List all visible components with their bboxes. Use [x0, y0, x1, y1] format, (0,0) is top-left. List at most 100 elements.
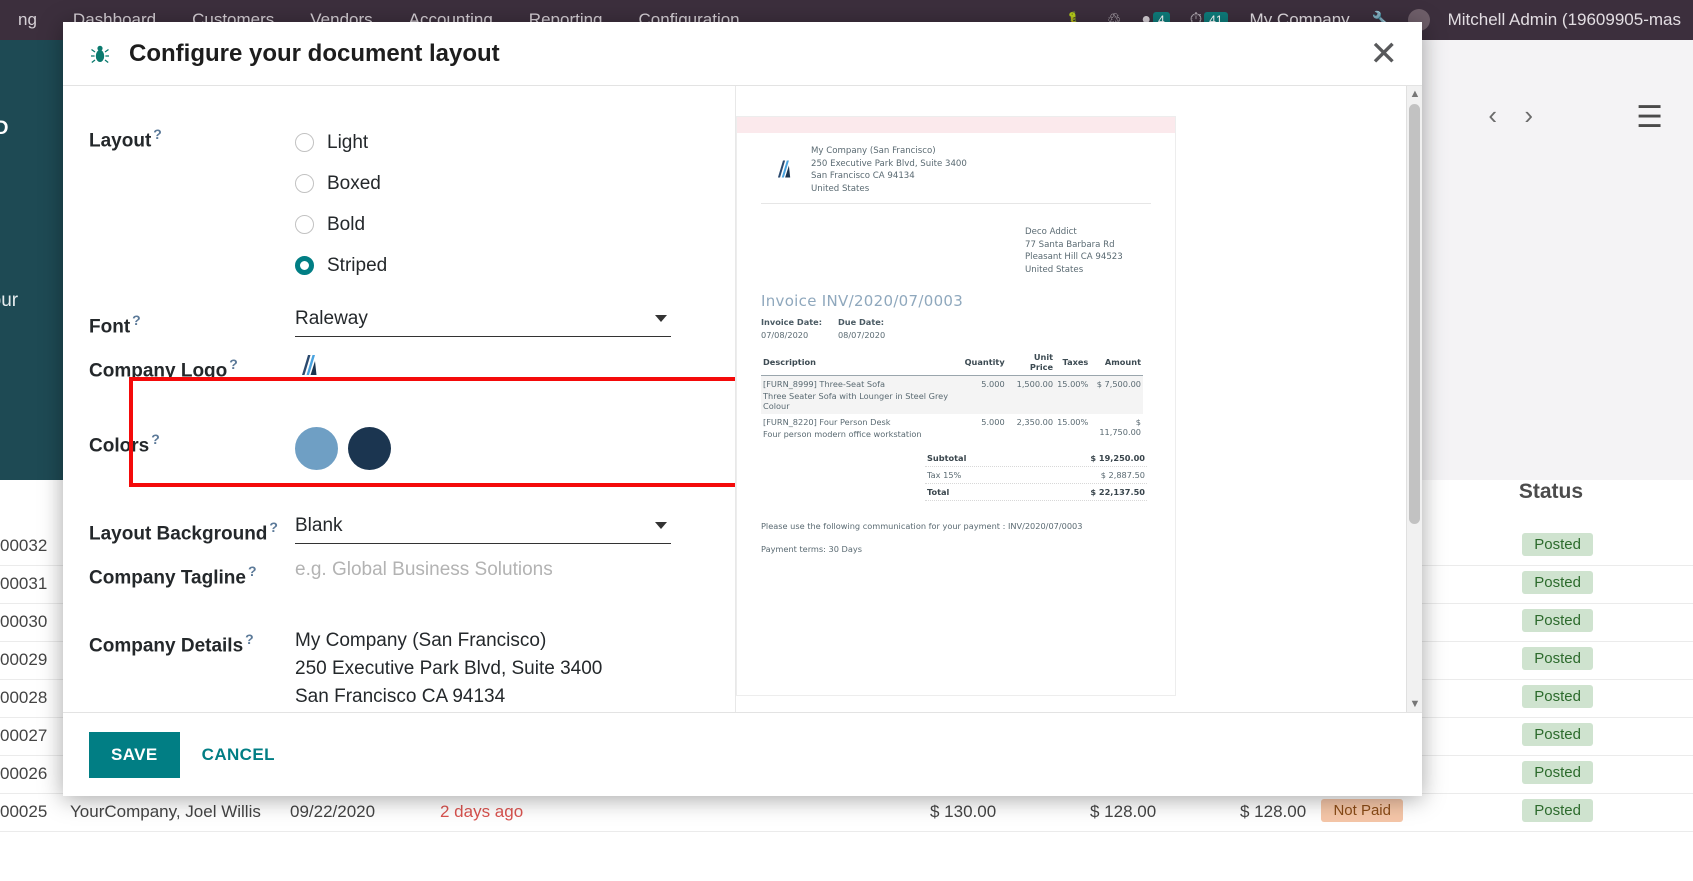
label-text: Company Tagline — [89, 566, 246, 588]
table-row[interactable]: 00025 YourCompany, Joel Willis 09/22/202… — [0, 794, 1693, 832]
font-select[interactable]: Raleway — [295, 308, 671, 337]
company-tagline-wrap: e.g. Global Business Solutions — [295, 559, 735, 587]
cell-quantity: 5.000 — [981, 417, 1005, 427]
nav-item-truncated[interactable]: ng — [0, 10, 55, 30]
record-pager[interactable]: ‹ › — [1478, 100, 1543, 131]
set-your-text: et your — [0, 290, 19, 311]
col-description: Description — [761, 349, 963, 376]
user-menu[interactable]: Mitchell Admin (19609905-mas — [1436, 10, 1693, 30]
scroll-up-icon[interactable]: ▲ — [1407, 86, 1422, 102]
address-line: Pleasant Hill CA 94523 — [1025, 252, 1123, 262]
help-icon[interactable]: ? — [248, 563, 257, 579]
line-description: [FURN_8220] Four Person Desk — [763, 417, 891, 427]
address-line: 250 Executive Park Blvd, Suite 3400 — [811, 158, 967, 169]
field-company-logo: Company Logo? — [89, 352, 735, 383]
row-date: 09/22/2020 — [290, 802, 376, 821]
address-line: 77 Santa Barbara Rd — [1025, 239, 1115, 250]
layout-settings-form: Layout? Light Boxed Bold Striped Font ? … — [63, 86, 753, 712]
preview-invoice-date: Invoice Date: 07/08/2020 — [761, 317, 822, 340]
cell-taxes: 15.00% — [1057, 417, 1089, 427]
row-number: 00025 — [0, 802, 48, 821]
layout-radio-group: Light Boxed Bold Striped — [295, 122, 735, 286]
company-logo-wrap[interactable] — [295, 352, 735, 383]
status-badge: Posted — [1522, 571, 1593, 594]
scrollbar-thumb[interactable] — [1409, 104, 1420, 524]
table-header-row: Description Quantity Unit Price Taxes Am… — [761, 349, 1143, 376]
cell-description: [FURN_8220] Four Person Desk Four person… — [761, 414, 963, 442]
layout-background-value: Blank — [295, 515, 343, 537]
help-icon[interactable]: ? — [269, 519, 278, 535]
dialog-header: Configure your document layout ✕ — [63, 22, 1422, 86]
radio-option-light[interactable]: Light — [295, 122, 735, 163]
label-text: Font — [89, 316, 131, 338]
cell-description: [FURN_8999] Three-Seat Sofa Three Seater… — [761, 375, 963, 414]
list-view-toggle-icon[interactable]: ☰ — [1636, 100, 1663, 135]
field-company-details: Company Details? My Company (San Francis… — [89, 627, 735, 711]
secondary-color-swatch[interactable] — [348, 427, 392, 471]
help-icon[interactable]: ? — [151, 431, 160, 447]
row-number: 00026 — [0, 764, 48, 783]
address-line: San Francisco CA 94134 — [811, 171, 915, 181]
status-badge: Posted — [1522, 799, 1593, 822]
close-icon[interactable]: ✕ — [1370, 37, 1399, 71]
status-badge: Posted — [1522, 647, 1593, 670]
col-amount: Amount — [1090, 349, 1143, 376]
radio-icon[interactable] — [295, 174, 314, 193]
radio-icon-selected[interactable] — [295, 256, 314, 275]
row-number: 00028 — [0, 688, 48, 707]
total-row-tax: Tax 15% $ 2,887.50 — [925, 467, 1147, 484]
preview-footer: Please use the following communication f… — [761, 521, 1175, 554]
row-partner: YourCompany, Joel Willis — [70, 802, 261, 821]
layout-background-select[interactable]: Blank — [295, 515, 671, 545]
dialog-body: Layout? Light Boxed Bold Striped Font ? … — [63, 86, 1422, 712]
address-line: Deco Addict — [1025, 227, 1077, 237]
help-icon[interactable]: ? — [245, 631, 254, 647]
save-button[interactable]: SAVE — [89, 731, 180, 778]
col-unit-price: Unit Price — [1006, 349, 1056, 376]
configure-document-layout-dialog: Configure your document layout ✕ Layout?… — [63, 22, 1422, 796]
bug-icon — [87, 43, 113, 65]
chevron-down-icon[interactable] — [655, 522, 667, 530]
cell-taxes: 15.00% — [1055, 375, 1091, 414]
cancel-button[interactable]: CANCEL — [202, 745, 275, 765]
next-record-icon[interactable]: › — [1524, 100, 1533, 130]
radio-option-striped[interactable]: Striped — [295, 245, 735, 286]
upload-button[interactable]: PLOAD — [0, 118, 9, 140]
dialog-footer: SAVE CANCEL — [63, 712, 1422, 796]
row-number: 00029 — [0, 650, 48, 669]
primary-color-swatch[interactable] — [295, 427, 338, 471]
radio-icon[interactable] — [295, 215, 314, 234]
company-logo-icon[interactable] — [295, 352, 321, 383]
preview-header-stripe — [737, 117, 1175, 133]
status-badge-notpaid: Not Paid — [1321, 799, 1403, 822]
field-layout: Layout? Light Boxed Bold Striped — [89, 122, 735, 286]
total-label: Total — [927, 487, 950, 497]
total-label: Tax 15% — [927, 470, 962, 480]
company-tagline-placeholder: e.g. Global Business Solutions — [295, 558, 553, 580]
company-tagline-input[interactable]: e.g. Global Business Solutions — [295, 559, 671, 587]
company-details-line: 250 Executive Park Blvd, Suite 3400 — [295, 657, 603, 679]
company-details-line: San Francisco CA 94134 — [295, 685, 506, 707]
help-icon[interactable]: ? — [153, 126, 162, 142]
previous-record-icon[interactable]: ‹ — [1488, 100, 1497, 130]
help-icon[interactable]: ? — [132, 312, 141, 328]
radio-option-boxed[interactable]: Boxed — [295, 163, 735, 204]
field-label-company-tagline: Company Tagline? — [89, 559, 295, 589]
label-text: Colors — [89, 435, 150, 457]
radio-icon[interactable] — [295, 133, 314, 152]
invoice-preview: My Company (San Francisco) 250 Executive… — [736, 116, 1176, 696]
label-text: Company Logo — [89, 360, 228, 382]
cell-amount: $ 11,750.00 — [1099, 417, 1141, 437]
total-value: $ 19,250.00 — [1090, 453, 1145, 463]
radio-option-bold[interactable]: Bold — [295, 204, 735, 245]
address-line: United States — [811, 183, 870, 194]
preview-scrollbar[interactable]: ▲ ▼ — [1406, 86, 1422, 712]
preview-due-date: Due Date: 08/07/2020 — [838, 317, 885, 340]
total-label: Subtotal — [927, 453, 967, 463]
company-details-textarea[interactable]: My Company (San Francisco) 250 Executive… — [295, 627, 735, 711]
help-icon[interactable]: ? — [229, 356, 238, 372]
total-value: $ 22,137.50 — [1090, 487, 1145, 497]
scroll-down-icon[interactable]: ▼ — [1407, 696, 1422, 712]
chevron-down-icon[interactable] — [655, 315, 667, 322]
radio-label: Bold — [327, 213, 366, 235]
